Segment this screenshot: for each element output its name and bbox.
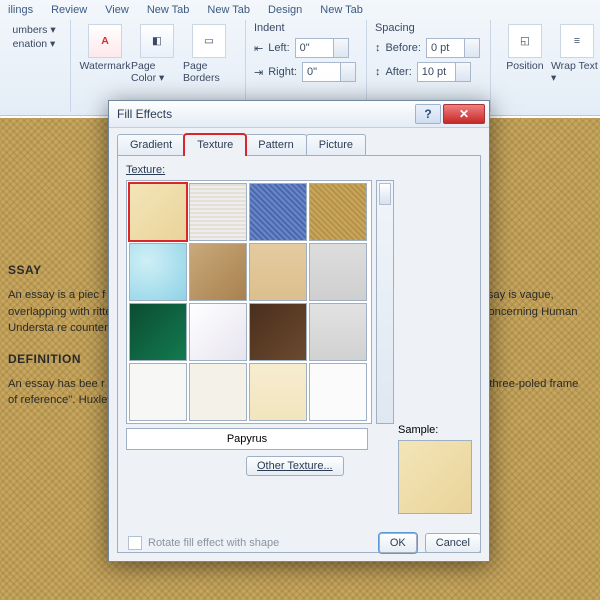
texture-swatch[interactable] [249, 243, 307, 301]
texture-scrollbar[interactable] [376, 180, 394, 424]
texture-swatch[interactable] [249, 363, 307, 421]
watermark-icon: A [88, 24, 122, 58]
indent-right-input[interactable]: 0" [302, 62, 356, 82]
texture-swatch[interactable] [249, 303, 307, 361]
indent-left-label: Left: [268, 42, 289, 54]
ribbon-tabs: ilings Review View New Tab New Tab Desig… [0, 0, 600, 16]
tab-pattern[interactable]: Pattern [245, 134, 306, 155]
tab-picture[interactable]: Picture [306, 134, 366, 155]
cancel-button[interactable]: Cancel [425, 533, 481, 553]
rotate-label: Rotate fill effect with shape [148, 537, 279, 549]
tab-new3[interactable]: New Tab [320, 4, 363, 16]
texture-swatch-papyrus[interactable] [129, 183, 187, 241]
position-button[interactable]: ◱ Position [499, 22, 551, 112]
indent-right-label: Right: [268, 66, 297, 78]
sample-block: Sample: [398, 424, 472, 514]
tab-review[interactable]: Review [51, 4, 87, 16]
texture-pane: Texture: Papyrus [117, 155, 481, 553]
texture-swatch[interactable] [309, 243, 367, 301]
indent-left-icon: ⇤ [254, 42, 263, 55]
texture-swatch[interactable] [129, 303, 187, 361]
tab-mailings[interactable]: ilings [8, 4, 33, 16]
texture-swatch[interactable] [129, 363, 187, 421]
spacing-before-icon: ↕ [375, 42, 381, 54]
ok-button[interactable]: OK [379, 533, 417, 553]
texture-label: Texture: [126, 164, 472, 176]
indent-heading: Indent [254, 22, 356, 34]
texture-swatch[interactable] [309, 183, 367, 241]
spacing-before-input[interactable]: 0 pt [426, 38, 480, 58]
other-texture-button[interactable]: Other Texture... [246, 456, 344, 476]
sample-label: Sample: [398, 424, 472, 436]
dialog-title-text: Fill Effects [117, 107, 172, 121]
position-icon: ◱ [508, 24, 542, 58]
page-borders-icon: ▭ [192, 24, 226, 58]
wrap-text-button[interactable]: ≡ Wrap Text ▾ [551, 22, 600, 112]
selected-texture-name: Papyrus [126, 428, 368, 450]
tab-design[interactable]: Design [268, 4, 302, 16]
texture-swatch[interactable] [249, 183, 307, 241]
spacing-before-label: Before: [385, 42, 420, 54]
page-color-icon: ◧ [140, 24, 174, 58]
indent-right-icon: ⇥ [254, 66, 263, 79]
page-borders-button[interactable]: ▭ Page Borders [183, 22, 235, 112]
texture-swatch[interactable] [189, 303, 247, 361]
line-numbers-button[interactable]: umbers ▾ enation ▾ [8, 22, 60, 50]
rotate-checkbox[interactable] [128, 536, 142, 550]
close-button[interactable]: ✕ [443, 104, 485, 124]
indent-left-input[interactable]: 0" [295, 38, 349, 58]
spacing-after-icon: ↕ [375, 66, 381, 78]
texture-swatch[interactable] [189, 363, 247, 421]
ribbon: ilings Review View New Tab New Tab Desig… [0, 0, 600, 116]
tab-texture[interactable]: Texture [184, 134, 246, 155]
page-color-button[interactable]: ◧ Page Color ▾ [131, 22, 183, 112]
help-button[interactable]: ? [415, 104, 441, 124]
tab-view[interactable]: View [105, 4, 129, 16]
texture-swatch[interactable] [129, 243, 187, 301]
texture-swatch[interactable] [189, 183, 247, 241]
texture-swatch[interactable] [309, 303, 367, 361]
fill-effects-dialog: Fill Effects ? ✕ Gradient Texture Patter… [108, 100, 490, 562]
dialog-titlebar[interactable]: Fill Effects ? ✕ [109, 101, 489, 128]
spacing-after-label: After: [385, 66, 411, 78]
texture-swatch[interactable] [189, 243, 247, 301]
sample-swatch [398, 440, 472, 514]
tab-new1[interactable]: New Tab [147, 4, 190, 16]
texture-swatch[interactable] [309, 363, 367, 421]
spacing-heading: Spacing [375, 22, 480, 34]
tab-gradient[interactable]: Gradient [117, 134, 185, 155]
spacing-after-input[interactable]: 10 pt [417, 62, 471, 82]
watermark-button[interactable]: A Watermark [79, 22, 131, 112]
wrap-text-icon: ≡ [560, 24, 594, 58]
tab-new2[interactable]: New Tab [207, 4, 250, 16]
dialog-tabs: Gradient Texture Pattern Picture [117, 134, 489, 155]
texture-grid [126, 180, 372, 424]
